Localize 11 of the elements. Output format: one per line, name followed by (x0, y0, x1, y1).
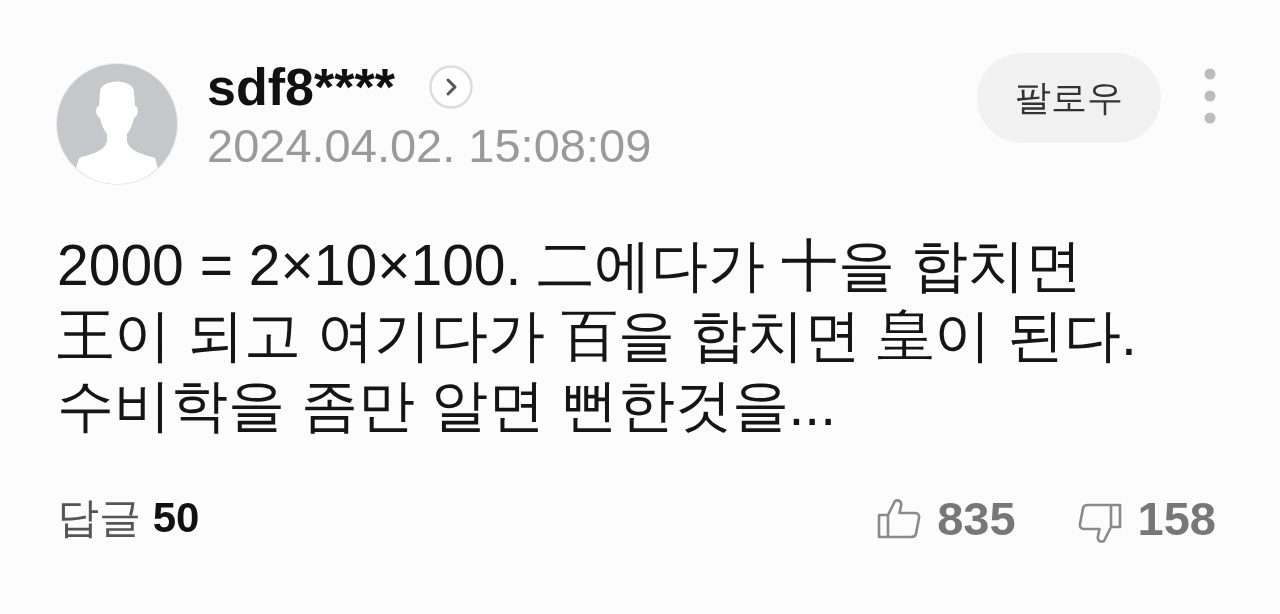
chevron-right-icon[interactable] (428, 65, 473, 109)
username[interactable]: sdf8**** (207, 58, 395, 116)
like-button[interactable]: 835 (877, 490, 1016, 546)
replies-link[interactable]: 답글 50 (57, 490, 200, 546)
thumbs-up-icon (877, 497, 922, 539)
thumbs-down-icon (1077, 503, 1122, 545)
comment-timestamp: 2024.04.02. 15:08:09 (207, 118, 652, 174)
dislike-button[interactable]: 158 (1077, 490, 1216, 546)
follow-button[interactable]: 팔로우 (977, 53, 1161, 143)
comment-text: 2000 = 2×10×100. 二에다가 十을 합치면 王이 되고 여기다가 百을 합치면 皇이 된다. 수비학을 좀만 알면 뻔한것을... (57, 232, 1138, 439)
avatar-icon (55, 62, 179, 186)
